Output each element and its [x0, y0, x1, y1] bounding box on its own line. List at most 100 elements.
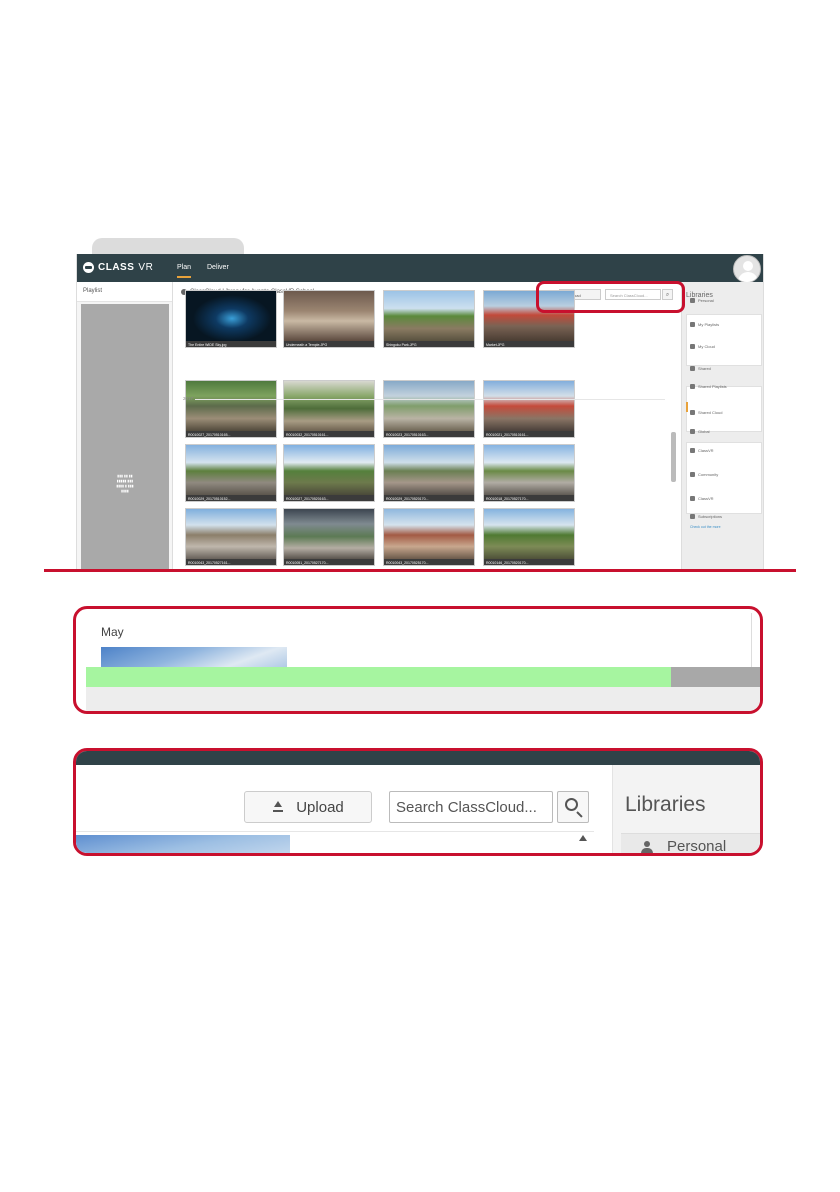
zoom-upload-search: Upload Libraries Personal [73, 748, 763, 856]
thumbnail-image [384, 381, 474, 431]
library-icon [690, 322, 695, 327]
library-item[interactable]: Subscriptions [690, 514, 722, 519]
library-icon [690, 344, 695, 349]
user-avatar[interactable] [733, 255, 761, 283]
progress-footer [86, 687, 760, 711]
library-item[interactable]: Shared [690, 366, 711, 371]
media-thumbnail[interactable]: R0010023_20170510163... [383, 380, 475, 438]
media-thumbnail[interactable]: R0010051_20170527170... [283, 508, 375, 566]
libraries-header-zoom: Libraries [625, 793, 706, 816]
upload-button[interactable]: Upload [244, 791, 372, 823]
subscriptions-link[interactable]: Check out the more [690, 525, 721, 529]
library-item-label: Community [698, 472, 719, 477]
library-item[interactable]: ClassVR [690, 496, 714, 501]
library-content: ClassCloud Library for Avanto ClassVR Sc… [173, 282, 681, 570]
thumbnail-caption: R0010032_20170510161... [284, 431, 374, 437]
playlist-header: Playlist [77, 282, 172, 302]
thumbnail-caption: R0010023_20170510163... [384, 431, 474, 437]
media-thumbnail[interactable]: R0010043_20170525170... [383, 508, 475, 566]
upload-button-label: Upload [296, 798, 344, 816]
library-item[interactable]: Shared Playlists [690, 384, 727, 389]
library-item[interactable]: My Playlists [690, 322, 719, 327]
thumbnail-caption: Shingoku Park.JPG [384, 341, 474, 347]
year-divider [195, 399, 665, 400]
scrollbar-thumb[interactable] [671, 432, 676, 482]
thumbnail-image [284, 381, 374, 431]
library-item[interactable]: ClassVR [690, 448, 714, 453]
library-icon [690, 384, 695, 389]
thumbnail-caption: R0010021_20170510161... [484, 431, 574, 437]
media-thumbnail[interactable]: Shingoku Park.JPG [383, 290, 475, 348]
top-navigation-bar: CLASS VR Plan Deliver [77, 254, 763, 283]
thumbnail-caption: The Entire WIDE Sky.jpg [186, 341, 276, 347]
media-thumbnail[interactable]: R0010032_20170510161... [283, 380, 375, 438]
library-icon [690, 410, 695, 415]
upload-progress-bar [86, 667, 760, 687]
thumbnail-caption: R0010027_20170510165... [186, 431, 276, 437]
month-group-label: May [101, 625, 124, 639]
thumbnail-caption: R0010043_20170525170... [384, 559, 474, 565]
thumbnail-caption: R0010027_20170520163... [284, 495, 374, 501]
library-item[interactable]: Personal [690, 298, 714, 303]
thumbnail-caption: R0010029_20170520170... [384, 495, 474, 501]
thumbnail-image [384, 291, 474, 341]
thumbnail-image [484, 381, 574, 431]
thumbnail-image [186, 509, 276, 559]
media-thumbnail[interactable]: R0010027_20170510165... [185, 380, 277, 438]
thumbnail-image [186, 291, 276, 341]
thumbnail-preview-zoom[interactable] [76, 835, 290, 853]
library-item-label: Shared [698, 366, 711, 371]
thumbnail-caption: R0010018_20170527170... [484, 495, 574, 501]
media-thumbnail[interactable]: R0010029_20170520170... [383, 444, 475, 502]
shared-library-card [686, 386, 762, 432]
search-icon [565, 798, 578, 811]
playlist-panel: Playlist ▮▮▮ ▮▮ ▮▮ ▮▮▮▮▮ ▮▮▮ ▮▮▮▮ ▮ ▮▮▮ ▮▮▮… [77, 282, 173, 570]
thumbnail-image [384, 445, 474, 495]
playlist-drop-hint: ▮▮▮ ▮▮ ▮▮ ▮▮▮▮▮ ▮▮▮ ▮▮▮▮ ▮ ▮▮▮ ▮▮▮▮ [116, 474, 134, 493]
search-input[interactable] [389, 791, 553, 823]
library-item-label: ClassVR [698, 496, 714, 501]
media-thumbnail[interactable]: Underneath a Temple.JPG [283, 290, 375, 348]
playlist-drop-zone[interactable]: ▮▮▮ ▮▮ ▮▮ ▮▮▮▮▮ ▮▮▮ ▮▮▮▮ ▮ ▮▮▮ ▮▮▮▮ [81, 304, 169, 570]
thumbnail-caption: Underneath a Temple.JPG [284, 341, 374, 347]
library-item-personal[interactable]: Personal [621, 833, 760, 853]
nav-tab-deliver[interactable]: Deliver [207, 264, 229, 271]
upload-search-highlight [536, 281, 685, 313]
media-thumbnail[interactable]: R0010043_20170527161... [185, 508, 277, 566]
media-thumbnail[interactable]: The Entire WIDE Sky.jpg [185, 290, 277, 348]
scroll-up-arrow-icon[interactable] [579, 835, 587, 841]
library-item[interactable]: Community [690, 472, 718, 477]
library-icon [690, 366, 695, 371]
thumbnail-caption: R0010051_20170527170... [284, 559, 374, 565]
library-item-label: My Playlists [698, 322, 720, 327]
media-thumbnail[interactable]: R0010018_20170527170... [483, 444, 575, 502]
media-thumbnail[interactable]: R0010027_20170520163... [283, 444, 375, 502]
nav-tab-plan[interactable]: Plan [177, 264, 192, 278]
thumbnail-image [384, 509, 474, 559]
search-icon-handle [576, 811, 583, 818]
thumbnail-caption: Market.JPG [484, 341, 574, 347]
active-library-indicator [686, 402, 688, 412]
libraries-panel: Libraries Personal My Playlists My Cloud Sh… [681, 282, 763, 570]
thumbnail-image [484, 445, 574, 495]
logo-text-class: CLASS [98, 262, 135, 273]
thumbnail-image [284, 291, 374, 341]
media-thumbnail[interactable]: R0010146_20170520170... [483, 508, 575, 566]
section-divider [44, 569, 796, 572]
media-thumbnail[interactable]: R0010021_20170510161... [483, 380, 575, 438]
library-item-label: Personal [698, 298, 714, 303]
upload-icon [272, 801, 284, 813]
library-item-label: Shared Playlists [698, 384, 727, 389]
library-item-label: Global [698, 429, 710, 434]
year-group-label: 2017 [183, 396, 194, 401]
content-divider [76, 831, 594, 832]
library-icon [690, 496, 695, 501]
library-item[interactable]: My Cloud [690, 344, 715, 349]
library-item-label: ClassVR [698, 448, 714, 453]
library-item[interactable]: Shared Cloud [690, 410, 722, 415]
search-button[interactable] [557, 791, 589, 823]
classvr-logo[interactable]: CLASS VR [83, 262, 153, 273]
media-thumbnail[interactable]: R0010029_20170510152... [185, 444, 277, 502]
library-icon [690, 429, 695, 434]
library-item[interactable]: Global [690, 429, 710, 434]
